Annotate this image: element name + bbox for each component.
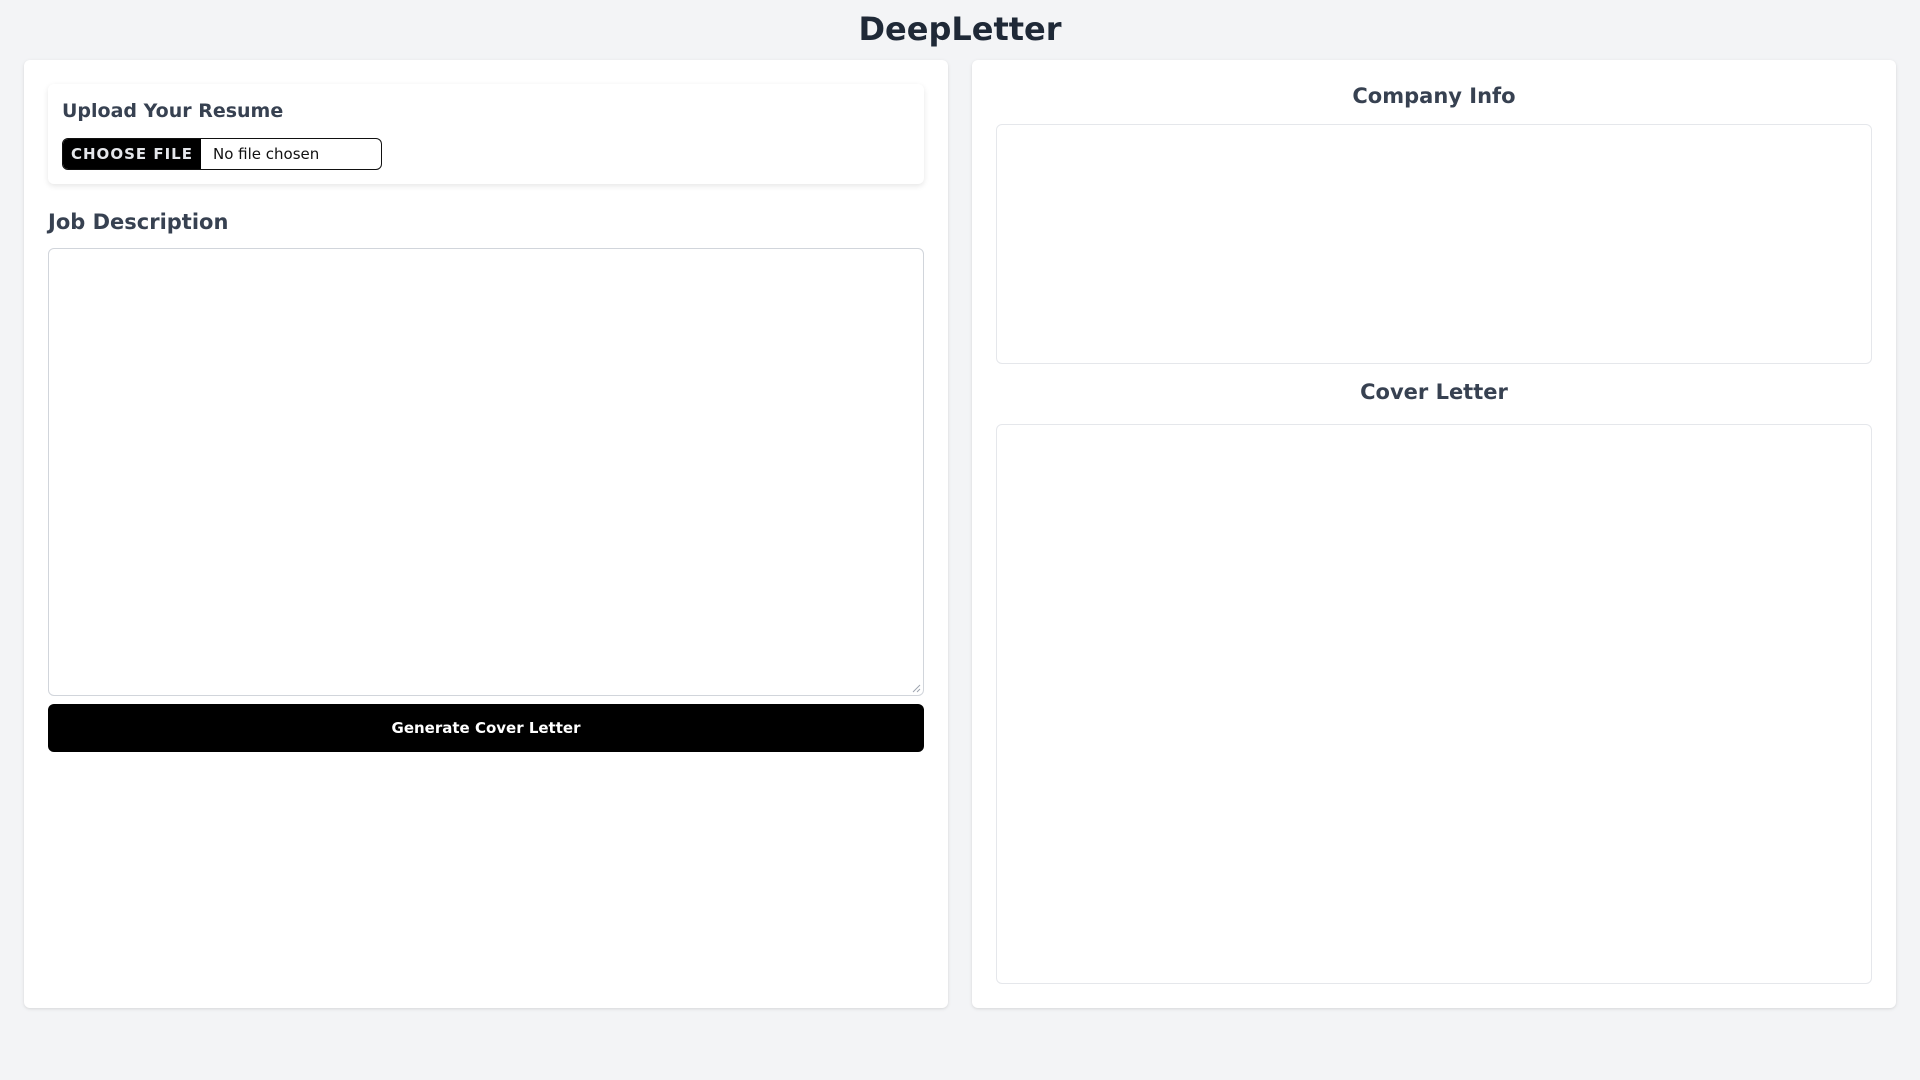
app-title: DeepLetter [858, 10, 1062, 48]
cover-letter-box[interactable] [996, 424, 1872, 984]
input-panel: Upload Your Resume CHOOSE FILE No file c… [24, 60, 948, 1008]
generate-cover-letter-button[interactable]: Generate Cover Letter [48, 704, 924, 752]
cover-letter-heading: Cover Letter [1360, 380, 1508, 404]
file-status-text: No file chosen [213, 145, 320, 163]
job-description-label: Job Description [48, 210, 229, 234]
choose-file-button[interactable]: CHOOSE FILE [63, 139, 201, 169]
job-description-textarea[interactable] [48, 248, 924, 696]
upload-resume-card: Upload Your Resume CHOOSE FILE No file c… [48, 84, 924, 184]
resize-handle-icon[interactable] [911, 683, 921, 693]
resume-file-input[interactable]: CHOOSE FILE No file chosen [62, 138, 382, 170]
upload-resume-title: Upload Your Resume [62, 100, 284, 122]
output-panel: Company Info Cover Letter [972, 60, 1896, 1008]
company-info-heading: Company Info [1352, 84, 1516, 108]
company-info-box[interactable] [996, 124, 1872, 364]
